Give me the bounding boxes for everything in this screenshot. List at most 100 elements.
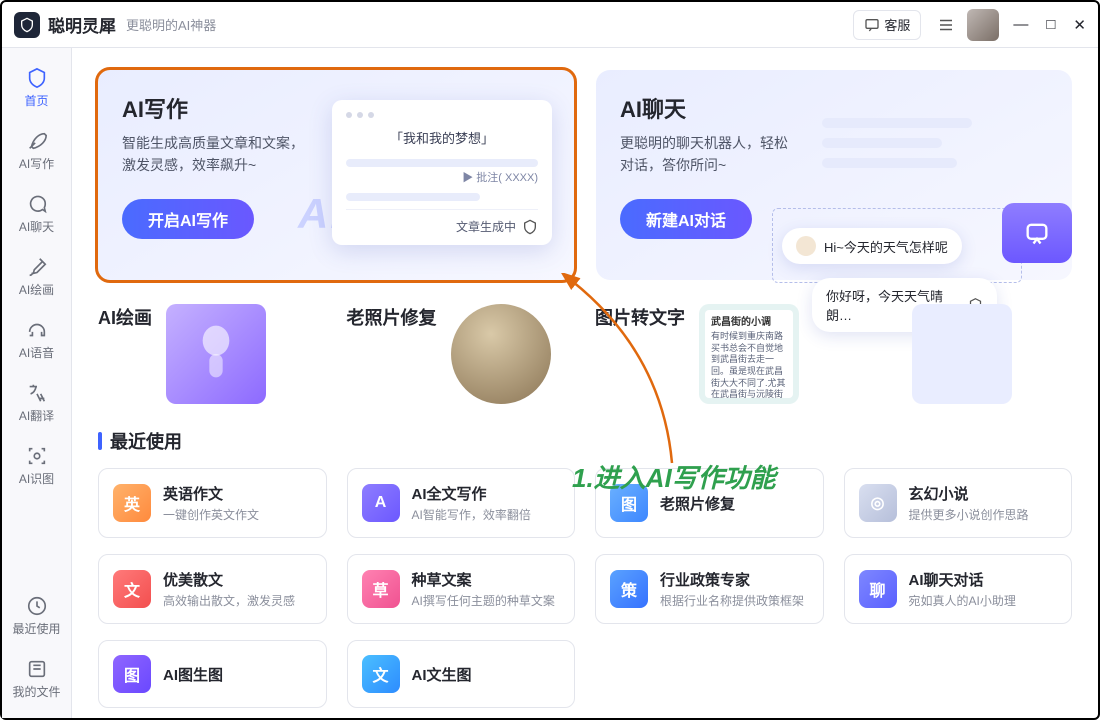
recent-icon: 图 — [610, 484, 648, 522]
sidebar-item-files[interactable]: 我的文件 — [9, 649, 65, 708]
brush-icon — [25, 255, 49, 279]
scan-icon — [25, 444, 49, 468]
sidebar-label: 我的文件 — [12, 683, 60, 700]
recent-title: 老照片修复 — [660, 493, 735, 514]
recent-title: AI聊天对话 — [909, 569, 1016, 590]
headphones-icon — [25, 318, 49, 342]
recent-title: 英语作文 — [163, 483, 259, 504]
sidebar-item-writing[interactable]: AI写作 — [9, 121, 65, 180]
recent-card[interactable]: 策 行业政策专家根据行业名称提供政策框架 — [595, 554, 824, 624]
sidebar-item-paint[interactable]: AI绘画 — [9, 247, 65, 306]
recent-card[interactable]: 文 AI文生图 — [347, 640, 576, 708]
recent-title: 行业政策专家 — [660, 569, 804, 590]
recent-title: 种草文案 — [412, 569, 555, 590]
recent-icon: 聊 — [859, 570, 897, 608]
preview-title: 「我和我的梦想」 — [346, 128, 538, 147]
feature-tiles: AI绘画 老照片修复 ✦ 图片转文字 武昌街的小调有时候到重庆南路买书总会不自觉… — [98, 304, 1072, 404]
recent-icon: 英 — [113, 484, 151, 522]
chat-bubble-user: Hi~今天的天气怎样呢 — [782, 228, 962, 264]
recent-icon: 文 — [113, 570, 151, 608]
app-logo — [14, 12, 40, 38]
hero-desc: 更聪明的聊天机器人，轻松对话，答你所问~ — [620, 132, 810, 177]
tile-photorestore[interactable]: 老照片修复 ✦ — [347, 304, 576, 404]
close-button[interactable]: ✕ — [1073, 16, 1086, 34]
recent-sub: AI撰写任何主题的种草文案 — [412, 592, 555, 609]
sidebar-label: 最近使用 — [12, 620, 60, 637]
sidebar-label: 首页 — [24, 92, 48, 109]
recent-sub: 根据行业名称提供政策框架 — [660, 592, 804, 609]
sidebar-label: AI绘画 — [19, 281, 54, 298]
recent-card[interactable]: 英 英语作文一键创作英文作文 — [98, 468, 327, 538]
preview-status: 文章生成中 — [346, 209, 538, 235]
ocr-sample-body: 有时候到重庆南路买书总会不自觉地到武昌街去走一回。虽是现在武昌街大大不同了.尤其… — [711, 331, 786, 398]
recent-heading: 最近使用 — [98, 428, 1072, 454]
sidebar-label: AI聊天 — [19, 218, 54, 235]
sidebar-item-ocr[interactable]: AI识图 — [9, 436, 65, 495]
recent-title: 优美散文 — [163, 569, 295, 590]
recent-card[interactable]: 图 AI图生图 — [98, 640, 327, 708]
app-name: 聪明灵犀 — [48, 12, 116, 37]
sidebar-label: AI语音 — [19, 344, 54, 361]
recent-card[interactable]: 草 种草文案 AI撰写任何主题的种草文案 — [347, 554, 576, 624]
sidebar-label: AI识图 — [19, 470, 54, 487]
maximize-button[interactable]: □ — [1046, 16, 1055, 34]
section-title: 最近使用 — [110, 428, 182, 454]
hero-card-chat[interactable]: AI聊天 更聪明的聊天机器人，轻松对话，答你所问~ 新建AI对话 Hi~今天的天… — [596, 70, 1072, 280]
user-avatar[interactable] — [967, 9, 999, 41]
tile-aipaint[interactable]: AI绘画 — [98, 304, 327, 404]
sidebar-item-recent[interactable]: 最近使用 — [9, 586, 65, 645]
sidebar-item-translate[interactable]: AI翻译 — [9, 373, 65, 432]
preview-annotation: ▶ 批注( XXXX) — [346, 169, 538, 185]
tile-thumb — [166, 304, 266, 404]
home-icon — [25, 66, 49, 90]
sidebar-item-audio[interactable]: AI语音 — [9, 310, 65, 369]
recent-icon: ◎ — [859, 484, 897, 522]
recent-card[interactable]: ◎ 玄幻小说提供更多小说创作思路 — [844, 468, 1073, 538]
menu-icon — [937, 16, 955, 34]
sidebar-item-home[interactable]: 首页 — [9, 58, 65, 117]
recent-icon: 图 — [113, 655, 151, 693]
recent-grid: 英 英语作文一键创作英文作文A AI全文写作AI智能写作，效率翻倍图 老照片修复… — [98, 468, 1072, 708]
support-label: 客服 — [884, 15, 910, 34]
window-controls: — □ ✕ — [1013, 16, 1086, 34]
start-writing-button[interactable]: 开启AI写作 — [122, 199, 254, 239]
recent-title: 玄幻小说 — [909, 483, 1029, 504]
tile-ocr[interactable]: 图片转文字 武昌街的小调有时候到重庆南路买书总会不自觉地到武昌街去走一回。虽是现… — [595, 304, 824, 404]
recent-sub: 提供更多小说创作思路 — [909, 506, 1029, 523]
app-slogan: 更聪明的AI神器 — [126, 15, 216, 34]
recent-card[interactable]: A AI全文写作AI智能写作，效率翻倍 — [347, 468, 576, 538]
sidebar: 首页 AI写作 AI聊天 AI绘画 AI语音 AI翻译 AI识图 最 — [2, 48, 72, 718]
translate-icon — [25, 381, 49, 405]
tile-thumb — [912, 304, 1012, 404]
main-content: AI写作 智能生成高质量文章和文案，激发灵感，效率飙升~ 开启AI写作 AI 「… — [72, 48, 1098, 718]
sidebar-item-chat[interactable]: AI聊天 — [9, 184, 65, 243]
recent-title: AI文生图 — [412, 664, 472, 685]
recent-title: AI图生图 — [163, 664, 223, 685]
writing-preview: 「我和我的梦想」 ▶ 批注( XXXX) 文章生成中 — [332, 100, 552, 245]
chat-icon — [864, 17, 880, 33]
chat-bubble-icon — [25, 192, 49, 216]
hero-card-writing[interactable]: AI写作 智能生成高质量文章和文案，激发灵感，效率飙升~ 开启AI写作 AI 「… — [98, 70, 574, 280]
recent-icon: 草 — [362, 570, 400, 608]
recent-sub: AI智能写作，效率翻倍 — [412, 506, 531, 523]
tile-title: 老照片修复 — [347, 304, 437, 330]
recent-card[interactable]: 图 老照片修复 — [595, 468, 824, 538]
tile-title: 图片转文字 — [595, 304, 685, 330]
shield-icon — [522, 219, 538, 235]
support-button[interactable]: 客服 — [853, 10, 921, 40]
recent-card[interactable]: 聊 AI聊天对话宛如真人的AI小助理 — [844, 554, 1073, 624]
sidebar-label: AI写作 — [19, 155, 54, 172]
minimize-button[interactable]: — — [1013, 16, 1028, 34]
recent-card[interactable]: 文 优美散文高效输出散文，激发灵感 — [98, 554, 327, 624]
recent-icon: 策 — [610, 570, 648, 608]
new-chat-button[interactable]: 新建AI对话 — [620, 199, 752, 239]
robot-icon — [1002, 203, 1072, 263]
recent-sub: 高效输出散文，激发灵感 — [163, 592, 295, 609]
clock-icon — [25, 594, 49, 618]
tile-thumb: 武昌街的小调有时候到重庆南路买书总会不自觉地到武昌街去走一回。虽是现在武昌街大大… — [699, 304, 799, 404]
menu-button[interactable] — [931, 10, 961, 40]
feather-icon — [25, 129, 49, 153]
hero-desc: 智能生成高质量文章和文案，激发灵感，效率飙升~ — [122, 132, 312, 177]
recent-sub: 一键创作英文作文 — [163, 506, 259, 523]
recent-title: AI全文写作 — [412, 483, 531, 504]
